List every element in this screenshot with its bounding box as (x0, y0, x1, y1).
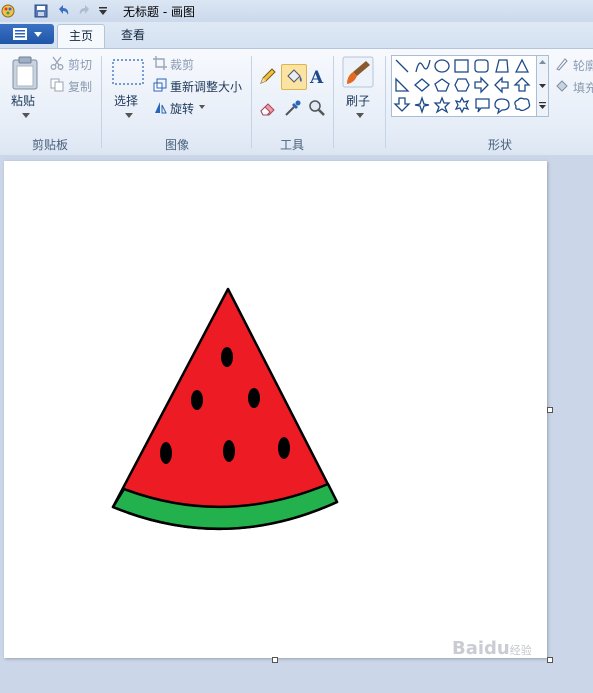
select-button[interactable]: 选择 (114, 92, 138, 109)
eraser-icon[interactable] (258, 98, 278, 118)
canvas-resize-handle-right[interactable] (547, 407, 553, 413)
paste-dropdown-icon[interactable] (22, 113, 30, 118)
line-shape-icon (395, 59, 409, 73)
outline-icon (556, 58, 568, 71)
rotate-dropdown-icon[interactable] (199, 105, 205, 109)
right-arrow-shape-icon (474, 76, 489, 94)
paint-app-icon[interactable] (0, 3, 16, 19)
shapes-group-label: 形状 (487, 138, 512, 152)
shapes-gallery (391, 55, 538, 117)
brush-icon (342, 56, 374, 88)
diamond-shape-icon (414, 78, 430, 92)
text-tool-icon[interactable]: A (307, 66, 327, 86)
seed (248, 388, 260, 408)
color-picker-icon[interactable] (283, 98, 303, 118)
rotate-button[interactable]: 旋转 (170, 100, 194, 117)
oval-shape-icon (434, 59, 450, 73)
tab-home[interactable]: 主页 (57, 24, 105, 49)
up-arrow-shape-icon (513, 77, 531, 92)
rotate-icon (155, 102, 167, 114)
paste-button[interactable]: 粘贴 (11, 92, 35, 109)
four-point-star-shape-icon (414, 95, 430, 115)
rectangle-shape-icon (454, 59, 469, 73)
svg-text:A: A (309, 68, 324, 86)
chevron-down-icon (34, 32, 42, 37)
seed (191, 390, 203, 410)
resize-icon (153, 78, 167, 92)
ribbon-separator (333, 56, 334, 148)
seed (223, 440, 235, 462)
six-point-star-shape-icon (454, 96, 470, 114)
gallery-scroll-arrows (539, 60, 546, 109)
brushes-dropdown-icon[interactable] (356, 113, 364, 118)
rounded-rectangle-shape-icon (474, 59, 489, 73)
customize-quick-access-icon[interactable] (97, 5, 109, 17)
clipboard-group-label: 剪贴板 (31, 138, 68, 152)
shapes-gallery-scrollbar[interactable] (536, 55, 549, 117)
canvas-resize-handle-corner[interactable] (547, 657, 553, 663)
scissors-icon (50, 56, 64, 70)
ribbon-separator (101, 56, 102, 148)
fill-icon (556, 80, 568, 92)
baidu-watermark: Baidu经验 (452, 638, 532, 659)
select-icon (112, 59, 144, 85)
image-group-label: 图像 (164, 138, 189, 152)
tools-group-label: 工具 (279, 138, 304, 152)
copy-button[interactable]: 复制 (68, 78, 92, 95)
right-triangle-shape-icon (395, 77, 410, 92)
seed (160, 442, 172, 464)
curve-shape-icon (415, 59, 431, 73)
ribbon-separator (251, 56, 252, 148)
copy-icon (50, 78, 64, 92)
watermelon-drawing (111, 287, 339, 530)
seed (278, 437, 290, 459)
select-dropdown-icon[interactable] (125, 113, 133, 118)
crop-icon (153, 56, 167, 70)
five-point-star-shape-icon (433, 96, 451, 114)
tab-view[interactable]: 查看 (110, 24, 156, 46)
rectangular-callout-shape-icon (475, 98, 490, 113)
fill-button[interactable]: 填充 (573, 79, 593, 96)
file-menu-icon (13, 28, 27, 40)
cut-button[interactable]: 剪切 (68, 56, 92, 73)
save-icon[interactable] (33, 3, 49, 19)
polygon-shape-icon (495, 59, 509, 73)
crop-button[interactable]: 裁剪 (170, 56, 194, 73)
cloud-callout-shape-icon (514, 97, 531, 112)
left-arrow-shape-icon (494, 76, 509, 94)
seed (221, 347, 233, 367)
shapes-gallery-grid (393, 58, 531, 115)
ribbon-separator (385, 56, 386, 148)
window-title: 无标题 - 画图 (123, 5, 195, 19)
triangle-shape-icon (514, 58, 530, 73)
canvas-resize-handle-bottom[interactable] (272, 657, 278, 663)
paint-bucket-icon (287, 69, 302, 83)
file-menu-button[interactable] (0, 24, 54, 44)
hexagon-shape-icon (454, 78, 470, 92)
brushes-button[interactable]: 刷子 (346, 92, 370, 109)
resize-button[interactable]: 重新调整大小 (170, 78, 242, 95)
drawing-canvas[interactable] (4, 161, 547, 658)
redo-icon[interactable] (77, 3, 93, 19)
outline-button[interactable]: 轮廓 (573, 57, 593, 74)
magnifier-icon[interactable] (307, 98, 327, 118)
pentagon-shape-icon (434, 78, 450, 92)
down-arrow-shape-icon (393, 97, 411, 112)
oval-callout-shape-icon (494, 98, 510, 115)
pencil-icon[interactable] (258, 66, 278, 86)
fill-tool-selected[interactable] (281, 64, 307, 90)
undo-icon[interactable] (55, 3, 71, 19)
clipboard-icon (12, 56, 38, 90)
